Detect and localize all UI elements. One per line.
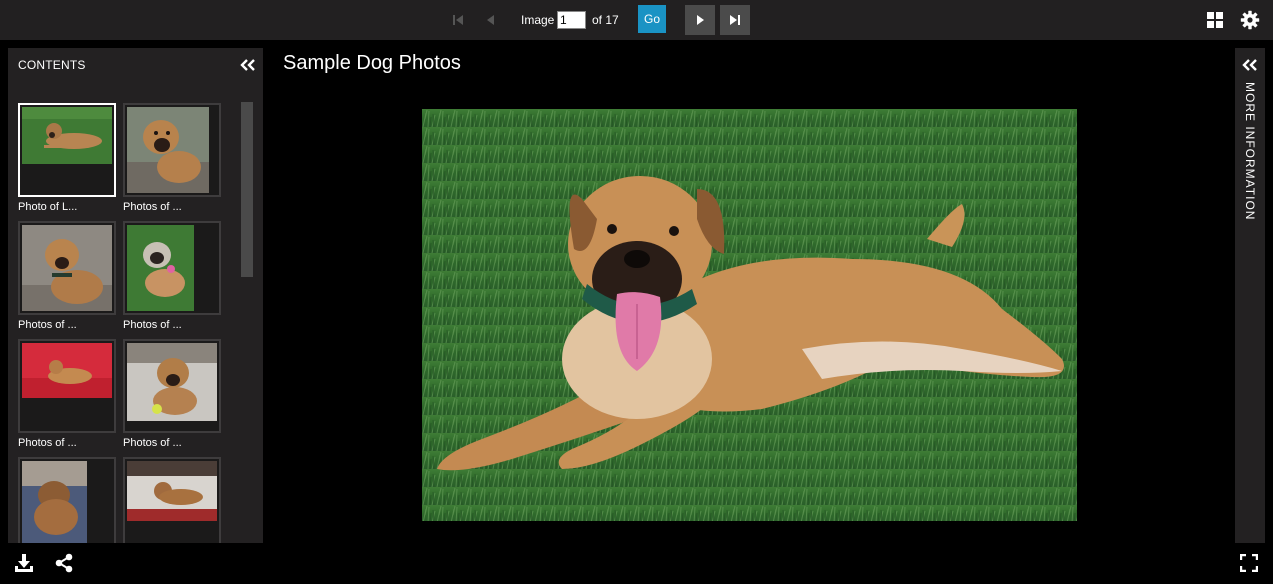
- thumbnail-caption: Photos of ...: [18, 319, 77, 331]
- collapse-contents-button[interactable]: [237, 55, 259, 75]
- fullscreen-button[interactable]: [1237, 551, 1261, 575]
- thumbnail-frame: [123, 457, 221, 543]
- share-icon: [55, 553, 73, 573]
- gear-icon: [1240, 10, 1260, 30]
- thumbnail-caption: Photo of L...: [18, 201, 78, 213]
- top-toolbar: Image of 17 Go: [0, 0, 1273, 40]
- main-photo[interactable]: [422, 109, 1077, 521]
- contents-title: CONTENTS: [18, 58, 86, 72]
- first-page-button[interactable]: [443, 5, 473, 35]
- page-count-label: of 17: [592, 13, 619, 27]
- thumbnail-item[interactable]: Photos of ...: [18, 339, 116, 449]
- thumbnail-image: [127, 461, 217, 521]
- thumbnail-caption: Photos of ...: [123, 319, 182, 331]
- thumbnail-frame: [18, 457, 116, 543]
- more-information-panel[interactable]: MORE INFORMATION: [1235, 48, 1265, 543]
- thumbnail-item[interactable]: Photos of ...: [123, 103, 221, 213]
- thumbnail-image: [22, 107, 112, 164]
- share-button[interactable]: [52, 551, 76, 575]
- thumbnail-item[interactable]: Photo of L...: [18, 103, 116, 213]
- double-chevron-left-icon: [1242, 59, 1257, 71]
- previous-button[interactable]: [476, 5, 506, 35]
- thumbnail-image: [127, 225, 194, 311]
- image-label: Image: [521, 13, 555, 27]
- thumbnail-item[interactable]: Photos of ...: [123, 339, 221, 449]
- thumbnail-image: [127, 107, 209, 193]
- thumbnail-frame: [18, 103, 116, 197]
- next-button[interactable]: [685, 5, 715, 35]
- last-page-button[interactable]: [720, 5, 750, 35]
- thumbnail-image: [22, 461, 87, 543]
- thumbnail-image: [22, 225, 112, 311]
- grid-view-button[interactable]: [1200, 5, 1230, 35]
- thumbnail-image: [22, 343, 112, 398]
- first-page-icon: [453, 15, 463, 25]
- thumbnail-frame: [123, 339, 221, 433]
- page-title: Sample Dog Photos: [283, 52, 461, 74]
- go-button[interactable]: Go: [638, 5, 666, 33]
- more-information-label: MORE INFORMATION: [1243, 82, 1257, 221]
- thumbnail-caption: Photos of ...: [18, 437, 77, 449]
- scrollbar-thumb[interactable]: [241, 102, 253, 277]
- thumbnail-image: [127, 343, 217, 421]
- thumbnail-item[interactable]: [18, 457, 116, 543]
- thumbnail-caption: Photos of ...: [123, 201, 182, 213]
- grid-view-icon: [1207, 12, 1223, 28]
- next-icon: [697, 15, 704, 25]
- thumbnail-frame: [123, 221, 221, 315]
- thumbnail-frame: [18, 221, 116, 315]
- thumbnail-item[interactable]: Photos of ...: [18, 221, 116, 331]
- page-number-input[interactable]: [557, 11, 586, 29]
- thumbnail-frame: [18, 339, 116, 433]
- download-button[interactable]: [12, 551, 36, 575]
- fullscreen-icon: [1240, 554, 1258, 572]
- expand-info-button[interactable]: [1239, 56, 1261, 74]
- thumbnail-caption: Photos of ...: [123, 437, 182, 449]
- last-page-icon: [730, 15, 740, 25]
- thumbnail-item[interactable]: Photos of ...: [123, 221, 221, 331]
- double-chevron-left-icon: [240, 59, 255, 71]
- previous-icon: [487, 15, 494, 25]
- thumbnail-frame: [123, 103, 221, 197]
- settings-button[interactable]: [1235, 5, 1265, 35]
- thumbnail-item[interactable]: [123, 457, 221, 543]
- download-icon: [15, 554, 33, 572]
- contents-panel: CONTENTS Photo of L... Photos of ... Pho…: [8, 48, 263, 543]
